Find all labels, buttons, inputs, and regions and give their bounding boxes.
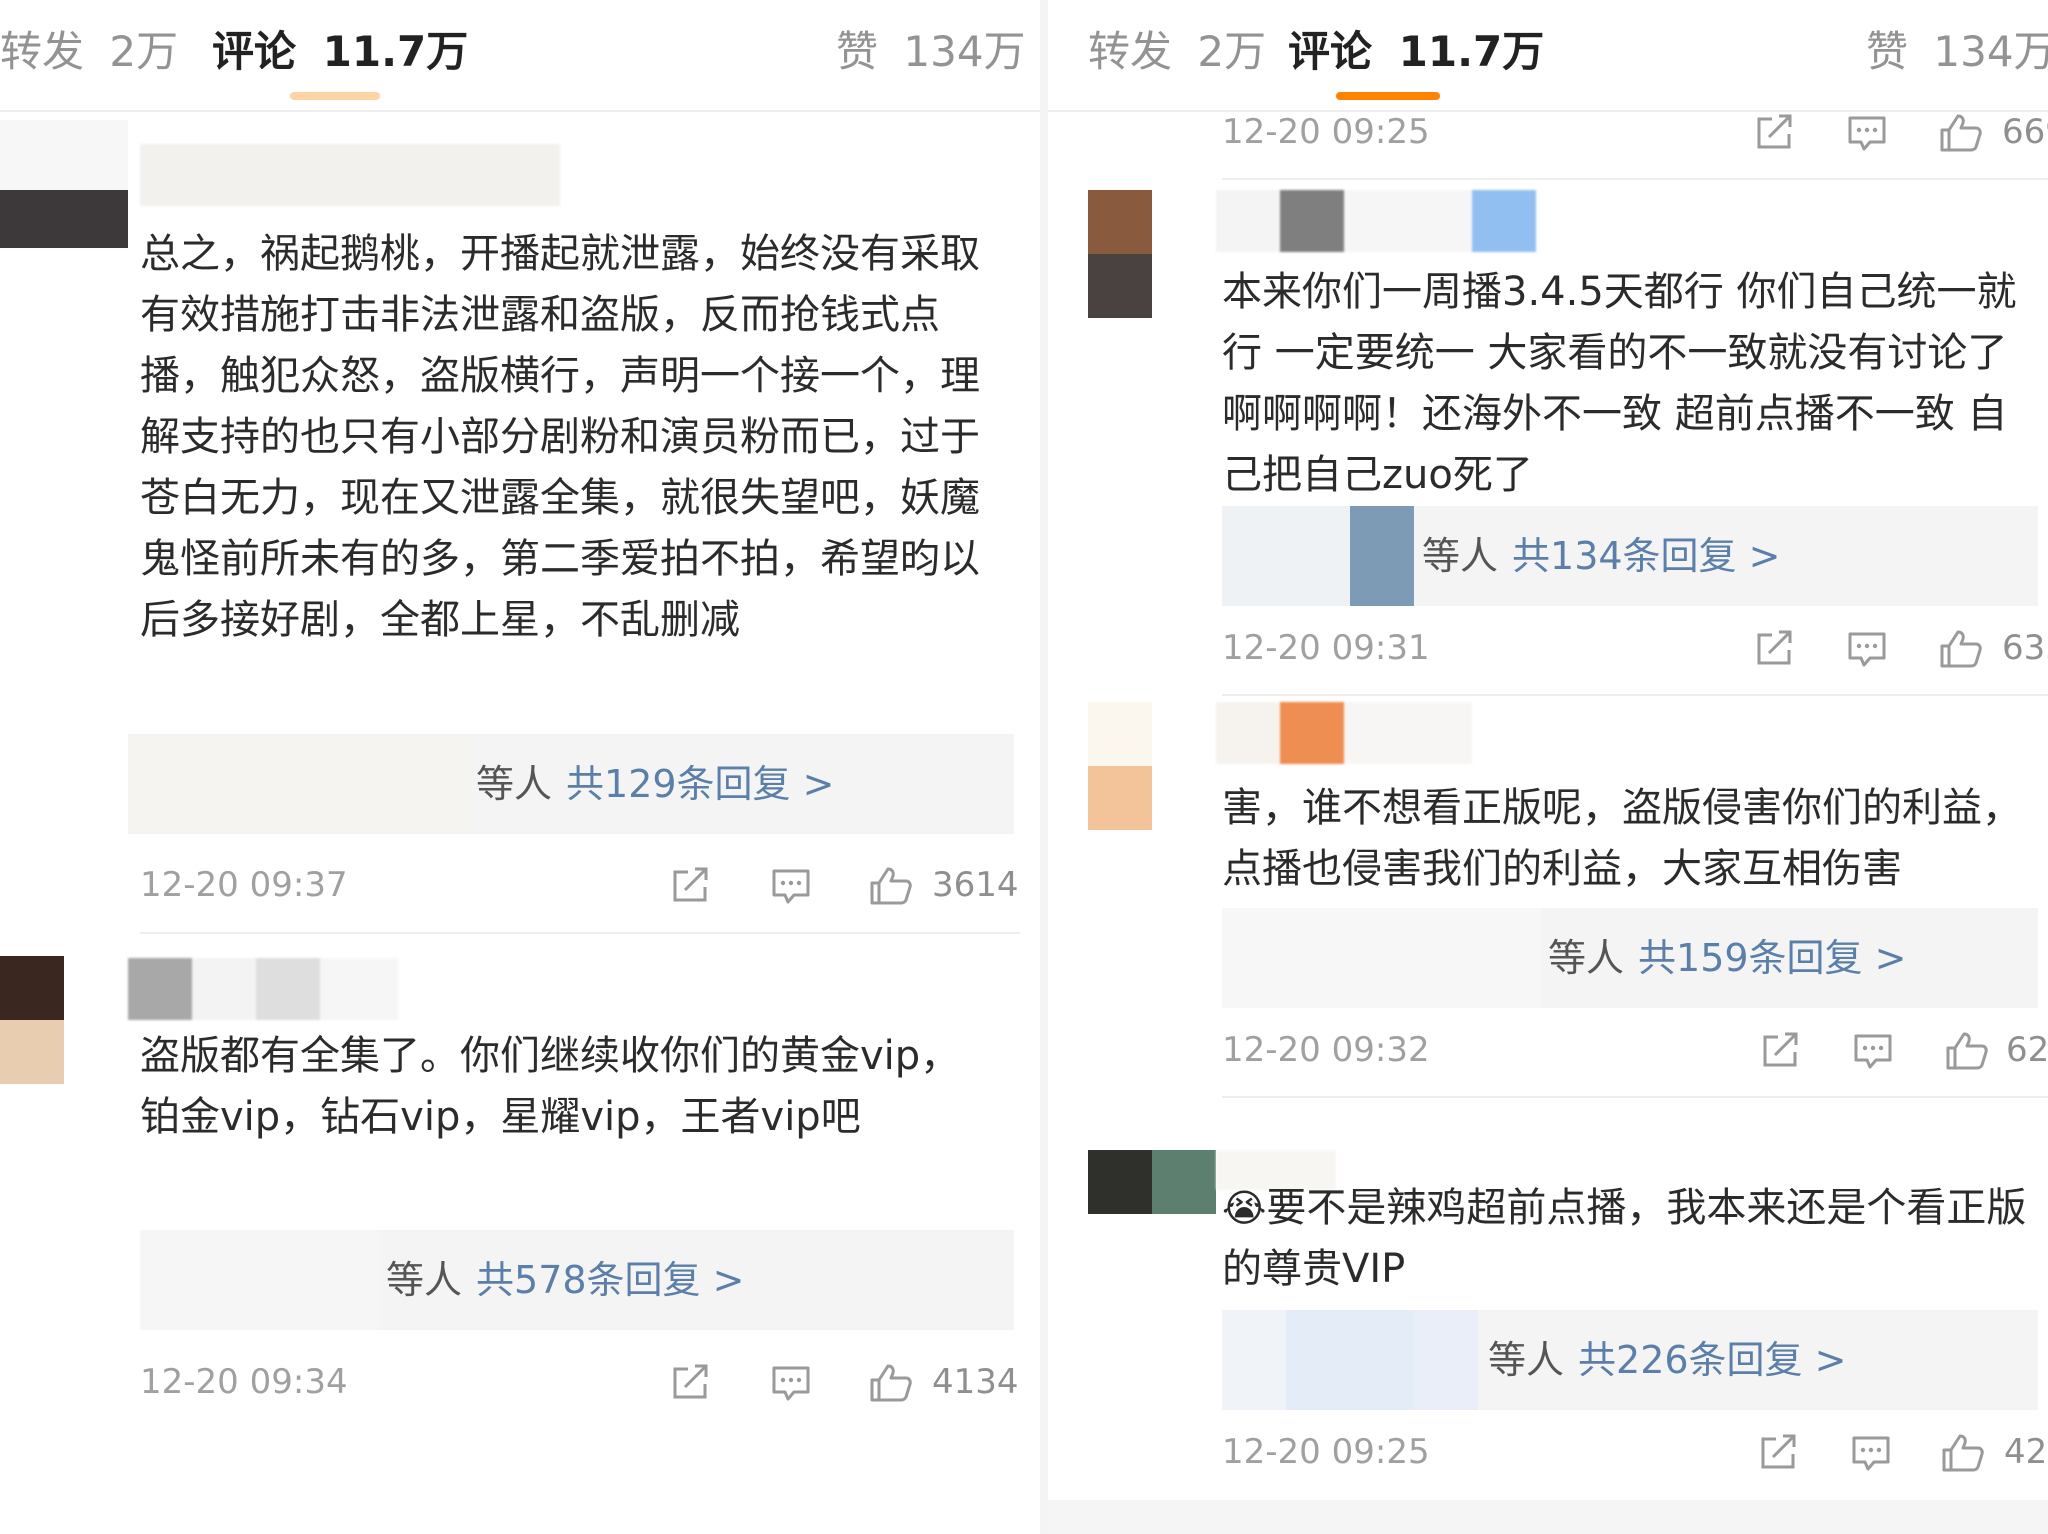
reply-count-link[interactable]: 共578条回复 >: [476, 1258, 744, 1302]
username-blurred[interactable]: [128, 958, 398, 1020]
reply-authors: 等人: [1422, 534, 1499, 578]
reply-count-link[interactable]: 共134条回复 >: [1512, 534, 1780, 578]
reply-authors: 等人: [476, 762, 553, 806]
tab-repost[interactable]: 转发 2万: [0, 24, 178, 80]
panel-divider: [1040, 0, 1048, 1534]
username-blurred[interactable]: [140, 144, 560, 212]
share-icon[interactable]: [1752, 112, 1798, 154]
reply-summary[interactable]: 等人 共159条回复 >: [1222, 908, 2038, 1008]
share-icon[interactable]: [1752, 628, 1798, 670]
reply-count-link[interactable]: 共129条回复 >: [566, 762, 834, 806]
comment-text: 盗版都有全集了。你们继续收你们的黄金vip，铂金vip，钻石vip，星耀vip，…: [140, 1033, 961, 1140]
tab-active-indicator: [290, 92, 380, 100]
comment-icon[interactable]: [1844, 112, 1890, 154]
tab-repost-count: 2万: [1197, 27, 1267, 76]
comment-icon[interactable]: [1850, 1030, 1896, 1072]
comment-time: 12-20 09:25: [1222, 1432, 1430, 1472]
comment-text: 害，谁不想看正版呢，盗版侵害你们的利益，点播也侵害我们的利益，大家互相伤害: [1222, 785, 2022, 892]
comment-meta-bar: 12-20 09:34 4134: [140, 1354, 1019, 1410]
reply-count-link[interactable]: 共159条回复 >: [1638, 936, 1906, 980]
comment-time: 12-20 09:34: [140, 1362, 348, 1402]
like-count: 6231: [2006, 1030, 2048, 1070]
reply-authors: 等人: [386, 1258, 463, 1302]
reply-authors: 等人: [1548, 936, 1625, 980]
comment-meta-bar: 12-20 09:31 6354: [1222, 620, 2048, 676]
tab-likes-count: 134万: [1933, 27, 2048, 76]
tab-comments[interactable]: 评论 11.7万: [1288, 24, 1544, 80]
comment-meta-bar: 12-20 09:25 4262: [1222, 1424, 2048, 1480]
tab-repost-label: 转发: [0, 27, 85, 76]
like-count: 4262: [2004, 1432, 2048, 1472]
comment-time: 12-20 09:32: [1222, 1030, 1430, 1070]
avatar[interactable]: [1088, 190, 1152, 318]
avatar[interactable]: [0, 120, 128, 248]
tab-bar: 转发 2万 评论 11.7万 赞 134万: [0, 0, 1040, 112]
avatar[interactable]: [1088, 1150, 1216, 1214]
tab-active-indicator: [1336, 92, 1440, 100]
reply-summary[interactable]: 等人 共134条回复 >: [1222, 506, 2038, 606]
reply-summary[interactable]: 等人 共578条回复 >: [140, 1230, 1014, 1330]
thumbs-up-icon[interactable]: [868, 865, 914, 907]
tab-repost[interactable]: 转发 2万: [1088, 24, 1266, 80]
divider: [1222, 178, 2048, 180]
share-icon[interactable]: [1758, 1030, 1804, 1072]
thumbs-up-icon[interactable]: [1944, 1030, 1990, 1072]
comment-text: 😭要不是辣鸡超前点播，我本来还是个看正版的尊贵VIP: [1222, 1178, 2042, 1300]
reply-authors: 等人: [1488, 1338, 1565, 1382]
avatar[interactable]: [0, 956, 64, 1084]
crying-emoji-icon: 😭: [1222, 1186, 1267, 1230]
like-count: 3614: [932, 865, 1019, 905]
comment-icon[interactable]: [1844, 628, 1890, 670]
comment-meta-bar: 12-20 09:25 6696: [1222, 104, 2048, 160]
username-blurred[interactable]: [1216, 702, 1472, 764]
list-end-spacer: [1048, 1500, 2048, 1534]
share-icon[interactable]: [668, 1362, 714, 1404]
reply-summary[interactable]: 等人 共226条回复 >: [1222, 1310, 2038, 1410]
tab-comments-label: 评论: [212, 27, 297, 76]
tab-comments-count: 11.7万: [1398, 27, 1545, 76]
tab-repost-count: 2万: [109, 27, 179, 76]
tab-likes[interactable]: 赞 134万: [1866, 24, 2048, 80]
username-blurred[interactable]: [1216, 190, 1536, 252]
tab-comments-count: 11.7万: [322, 27, 469, 76]
left-screenshot-panel: 转发 2万 评论 11.7万 赞 134万 总之，祸起鹅桃，开播起就泄露，始终没…: [0, 0, 1040, 1534]
comment-text-content: 要不是辣鸡超前点播，我本来还是个看正版的尊贵VIP: [1222, 1185, 2027, 1292]
comment-text: 总之，祸起鹅桃，开播起就泄露，始终没有采取有效措施打击非法泄露和盗版，反而抢钱式…: [140, 231, 980, 643]
reply-summary[interactable]: 等人 共129条回复 >: [128, 734, 1014, 834]
right-screenshot-panel: 转发 2万 评论 11.7万 赞 134万 12-20 09:25 6696 本…: [1048, 0, 2048, 1534]
comment-time: 12-20 09:25: [1222, 112, 1430, 152]
tab-likes-count: 134万: [903, 27, 1026, 76]
thumbs-up-icon[interactable]: [1938, 628, 1984, 670]
tab-repost-label: 转发: [1088, 27, 1173, 76]
avatar[interactable]: [1088, 702, 1152, 830]
share-icon[interactable]: [1756, 1432, 1802, 1474]
comment-icon[interactable]: [768, 1362, 814, 1404]
comment-icon[interactable]: [1848, 1432, 1894, 1474]
tab-likes-label: 赞: [1866, 27, 1909, 76]
comment-time: 12-20 09:31: [1222, 628, 1430, 668]
divider: [1222, 694, 2048, 696]
comment-time: 12-20 09:37: [140, 865, 348, 905]
comment-text: 本来你们一周播3.4.5天都行 你们自己统一就行 一定要统一 大家看的不一致就没…: [1222, 269, 2017, 498]
comment-meta-bar: 12-20 09:32 6231: [1222, 1022, 2048, 1078]
thumbs-up-icon[interactable]: [868, 1362, 914, 1404]
tab-comments-label: 评论: [1288, 27, 1373, 76]
thumbs-up-icon[interactable]: [1938, 112, 1984, 154]
divider: [1222, 1096, 2048, 1098]
divider: [140, 932, 1020, 934]
share-icon[interactable]: [668, 865, 714, 907]
like-count: 6696: [2002, 112, 2048, 152]
tab-likes-label: 赞: [836, 27, 879, 76]
comment-meta-bar: 12-20 09:37 3614: [140, 857, 1019, 913]
thumbs-up-icon[interactable]: [1940, 1432, 1986, 1474]
reply-count-link[interactable]: 共226条回复 >: [1578, 1338, 1846, 1382]
tab-comments[interactable]: 评论 11.7万: [212, 24, 468, 80]
tab-likes[interactable]: 赞 134万: [836, 24, 1026, 80]
comment-icon[interactable]: [768, 865, 814, 907]
like-count: 6354: [2002, 628, 2048, 668]
like-count: 4134: [932, 1362, 1019, 1402]
tab-bar: 转发 2万 评论 11.7万 赞 134万: [1048, 0, 2048, 112]
